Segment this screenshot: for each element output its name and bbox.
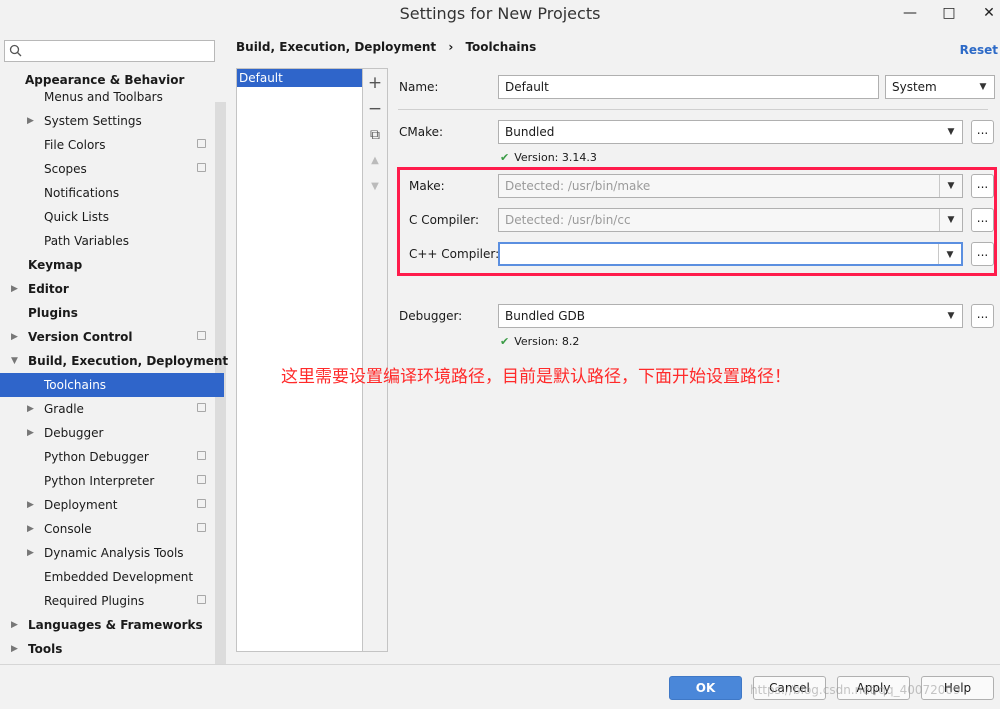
sidebar-item-build-execution-deployment[interactable]: ▼ Build, Execution, Deployment <box>0 349 228 373</box>
close-button[interactable]: ✕ <box>977 2 1000 24</box>
expand-arrow-icon[interactable]: ▶ <box>27 109 34 133</box>
project-scope-icon <box>197 139 206 148</box>
project-scope-icon <box>197 403 206 412</box>
move-up-icon[interactable]: ▲ <box>363 155 387 166</box>
annotation-text: 这里需要设置编译环境路径，目前是默认路径，下面开始设置路径！ <box>281 367 791 387</box>
sidebar-item-python-debugger[interactable]: Python Debugger <box>0 445 226 469</box>
toolchain-list-item[interactable]: Default <box>237 69 362 87</box>
sidebar-item-quick-lists[interactable]: Quick Lists <box>0 205 226 229</box>
environment-value: System <box>892 80 937 94</box>
cmake-value: Bundled <box>505 125 555 139</box>
sidebar-item-menus-toolbars[interactable]: Menus and Toolbars <box>0 85 226 109</box>
sidebar-item-editor[interactable]: ▶ Editor <box>0 277 226 301</box>
debugger-label: Debugger: <box>399 309 463 323</box>
expand-arrow-icon[interactable]: ▶ <box>11 637 18 661</box>
sidebar-item-deployment[interactable]: ▶ Deployment <box>0 493 226 517</box>
add-icon[interactable]: + <box>363 73 387 93</box>
sidebar-item-toolchains[interactable]: Toolchains <box>0 373 224 397</box>
toolchain-list[interactable]: Default <box>236 68 363 652</box>
name-label: Name: <box>399 80 439 94</box>
project-scope-icon <box>197 523 206 532</box>
expand-arrow-icon[interactable]: ▶ <box>27 493 34 517</box>
move-down-icon[interactable]: ▼ <box>363 181 387 192</box>
chevron-down-icon: ▼ <box>979 82 987 92</box>
project-scope-icon <box>197 163 206 172</box>
sidebar-item-gradle[interactable]: ▶ Gradle <box>0 397 226 421</box>
sidebar-item-required-plugins[interactable]: Required Plugins <box>0 589 226 613</box>
sidebar-item-path-variables[interactable]: Path Variables <box>0 229 226 253</box>
expand-arrow-icon[interactable]: ▶ <box>27 517 34 541</box>
maximize-button[interactable]: □ <box>937 2 961 24</box>
breadcrumb-separator-icon: › <box>448 40 454 54</box>
cmake-version: ✔ Version: 3.14.3 <box>500 151 597 164</box>
search-icon <box>9 44 23 61</box>
check-icon: ✔ <box>500 151 510 164</box>
sidebar-item-plugins[interactable]: Plugins <box>0 301 226 325</box>
sidebar-item-tools[interactable]: ▶ Tools <box>0 637 226 661</box>
sidebar-item-notifications[interactable]: Notifications <box>0 181 226 205</box>
project-scope-icon <box>197 331 206 340</box>
watermark: https://blog.csdn.net/qq_40072009 <box>750 683 961 697</box>
sidebar-item-keymap[interactable]: Keymap <box>0 253 226 277</box>
sidebar-item-python-interpreter[interactable]: Python Interpreter <box>0 469 226 493</box>
settings-search-input[interactable] <box>4 40 215 62</box>
debugger-version: ✔ Version: 8.2 <box>500 335 580 348</box>
debugger-browse-button[interactable]: ... <box>971 304 994 328</box>
expand-arrow-icon[interactable]: ▶ <box>11 613 18 637</box>
breadcrumb-parent[interactable]: Build, Execution, Deployment <box>236 40 436 54</box>
debugger-value: Bundled GDB <box>505 309 585 323</box>
name-input[interactable]: Default <box>498 75 879 99</box>
expand-arrow-icon[interactable]: ▶ <box>27 397 34 421</box>
sidebar-item-version-control[interactable]: ▶ Version Control <box>0 325 226 349</box>
window-title: Settings for New Projects <box>399 4 601 23</box>
expand-arrow-icon[interactable]: ▶ <box>27 541 34 565</box>
reset-link[interactable]: Reset <box>960 43 998 57</box>
sidebar-item-scopes[interactable]: Scopes <box>0 157 226 181</box>
remove-icon[interactable]: − <box>363 99 387 119</box>
cmake-browse-button[interactable]: ... <box>971 120 994 144</box>
project-scope-icon <box>197 595 206 604</box>
expand-arrow-icon[interactable]: ▶ <box>27 421 34 445</box>
sidebar-item-debugger[interactable]: ▶ Debugger <box>0 421 226 445</box>
breadcrumb-current: Toolchains <box>465 40 537 54</box>
sidebar-item-dynamic-analysis-tools[interactable]: ▶ Dynamic Analysis Tools <box>0 541 226 565</box>
divider <box>398 109 988 110</box>
cmake-label: CMake: <box>399 125 444 139</box>
expand-arrow-icon[interactable]: ▶ <box>11 325 18 349</box>
cmake-select[interactable]: Bundled ▼ <box>498 120 963 144</box>
sidebar-item-file-colors[interactable]: File Colors <box>0 133 226 157</box>
collapse-arrow-icon[interactable]: ▼ <box>11 349 18 373</box>
chevron-down-icon: ▼ <box>947 127 955 137</box>
debugger-select[interactable]: Bundled GDB ▼ <box>498 304 963 328</box>
chevron-down-icon: ▼ <box>947 311 955 321</box>
sidebar-item-system-settings[interactable]: ▶ System Settings <box>0 109 226 133</box>
minimize-button[interactable]: — <box>898 2 922 24</box>
sidebar-item-languages-frameworks[interactable]: ▶ Languages & Frameworks <box>0 613 226 637</box>
copy-icon[interactable]: ⧉ <box>363 127 387 143</box>
toolchain-list-toolbar: + − ⧉ ▲ ▼ <box>363 68 388 652</box>
dialog-footer: OK Cancel Apply Help https://blog.csdn.n… <box>0 664 1000 709</box>
project-scope-icon <box>197 451 206 460</box>
sidebar-item-console[interactable]: ▶ Console <box>0 517 226 541</box>
highlight-box <box>397 167 997 276</box>
ok-button[interactable]: OK <box>669 676 742 700</box>
expand-arrow-icon[interactable]: ▶ <box>11 277 18 301</box>
settings-sidebar: Appearance & Behavior Menus and Toolbars… <box>0 36 228 664</box>
title-bar: Settings for New Projects — □ ✕ <box>0 0 1000 30</box>
check-icon: ✔ <box>500 335 510 348</box>
project-scope-icon <box>197 475 206 484</box>
environment-select[interactable]: System ▼ <box>885 75 995 99</box>
sidebar-item-embedded-development[interactable]: Embedded Development <box>0 565 226 589</box>
breadcrumb: Build, Execution, Deployment › Toolchain… <box>236 40 536 54</box>
project-scope-icon <box>197 499 206 508</box>
